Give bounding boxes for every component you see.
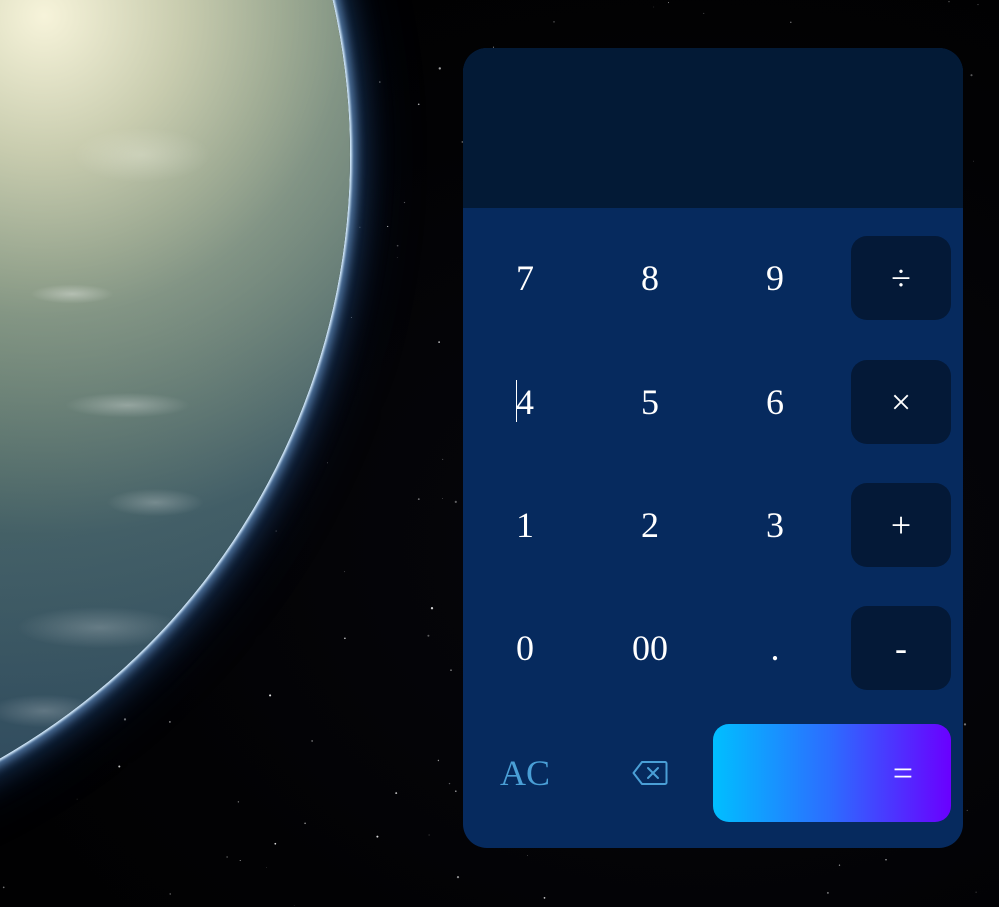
key-add[interactable]: + bbox=[851, 483, 951, 567]
key-7[interactable]: 7 bbox=[475, 236, 575, 320]
key-5[interactable]: 5 bbox=[600, 360, 700, 444]
keypad: 7 8 9 ÷ 4 5 6 × 1 2 3 + 0 00 . - AC = bbox=[463, 208, 963, 848]
backspace-icon bbox=[632, 761, 668, 785]
key-subtract[interactable]: - bbox=[851, 606, 951, 690]
key-8[interactable]: 8 bbox=[600, 236, 700, 320]
key-divide[interactable]: ÷ bbox=[851, 236, 951, 320]
key-4[interactable]: 4 bbox=[475, 360, 575, 444]
key-6[interactable]: 6 bbox=[725, 360, 825, 444]
equals-button[interactable]: = bbox=[713, 724, 951, 822]
calculator-display bbox=[463, 48, 963, 208]
key-decimal[interactable]: . bbox=[725, 606, 825, 690]
text-cursor bbox=[516, 380, 517, 422]
key-1[interactable]: 1 bbox=[475, 483, 575, 567]
calculator-app: 7 8 9 ÷ 4 5 6 × 1 2 3 + 0 00 . - AC = bbox=[463, 48, 963, 848]
key-3[interactable]: 3 bbox=[725, 483, 825, 567]
clear-button[interactable]: AC bbox=[475, 724, 575, 822]
key-multiply[interactable]: × bbox=[851, 360, 951, 444]
desktop-background: 7 8 9 ÷ 4 5 6 × 1 2 3 + 0 00 . - AC = bbox=[0, 0, 999, 907]
key-9[interactable]: 9 bbox=[725, 236, 825, 320]
key-0[interactable]: 0 bbox=[475, 606, 575, 690]
backspace-button[interactable] bbox=[600, 724, 700, 822]
key-00[interactable]: 00 bbox=[600, 606, 700, 690]
key-2[interactable]: 2 bbox=[600, 483, 700, 567]
